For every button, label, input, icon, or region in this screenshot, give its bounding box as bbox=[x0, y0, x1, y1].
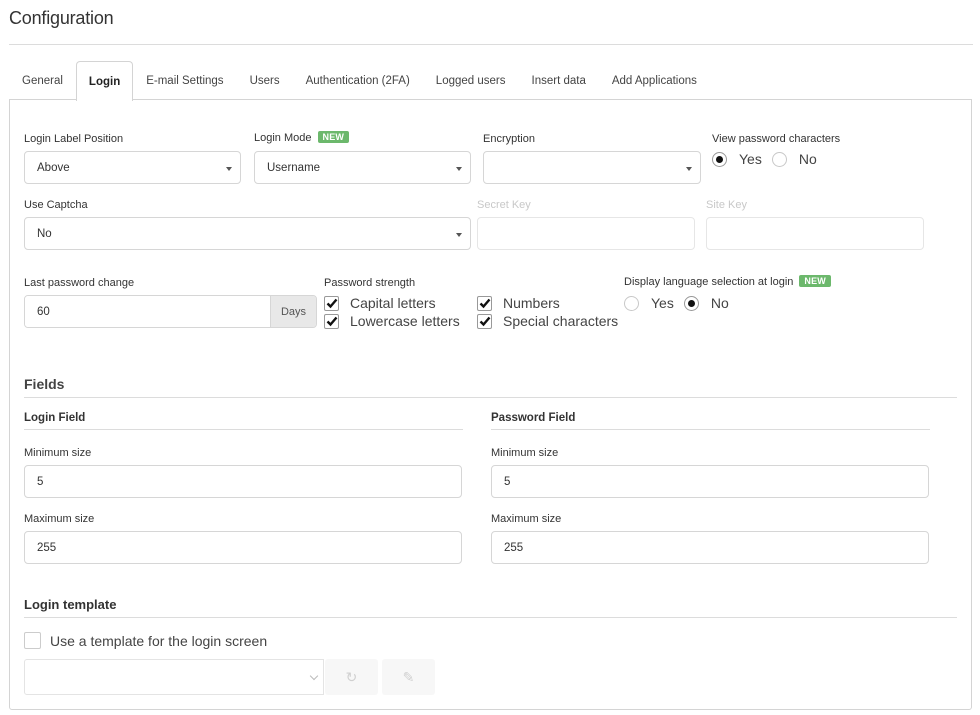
login-max-size-label: Maximum size bbox=[24, 513, 95, 525]
encryption-select[interactable] bbox=[483, 151, 701, 184]
password-min-size-value: 5 bbox=[504, 475, 511, 488]
use-captcha-value: No bbox=[37, 227, 52, 240]
secret-key-input[interactable] bbox=[477, 217, 695, 250]
checkmark-icon bbox=[479, 298, 490, 309]
language-selection-yes-radio[interactable] bbox=[624, 295, 639, 311]
numbers-checkbox[interactable] bbox=[477, 295, 492, 311]
login-label-position-select[interactable]: Above bbox=[24, 151, 241, 184]
refresh-template-button[interactable]: ↻ bbox=[325, 659, 378, 695]
login-template-title: Login template bbox=[24, 597, 117, 612]
login-mode-label-text: Login Mode bbox=[254, 132, 312, 144]
login-min-size-label: Minimum size bbox=[24, 447, 92, 459]
new-badge: NEW bbox=[799, 275, 831, 287]
pencil-icon: ✎ bbox=[402, 668, 415, 685]
lowercase-letters-label: Lowercase letters bbox=[350, 313, 460, 329]
use-captcha-label: Use Captcha bbox=[24, 199, 88, 211]
capital-letters-option: Capital letters bbox=[324, 295, 436, 311]
use-template-option: Use a template for the login screen bbox=[24, 632, 267, 649]
tab-users[interactable]: Users bbox=[237, 61, 293, 100]
login-field-title: Login Field bbox=[24, 412, 86, 424]
checkmark-icon bbox=[326, 316, 337, 327]
caret-down-icon bbox=[226, 166, 232, 171]
login-mode-value: Username bbox=[267, 161, 321, 174]
caret-down-icon bbox=[456, 232, 462, 237]
tab-logged-users[interactable]: Logged users bbox=[423, 61, 519, 100]
view-password-yes-label: Yes bbox=[739, 151, 762, 167]
language-selection-no-radio[interactable] bbox=[683, 295, 699, 311]
view-password-yes-radio[interactable] bbox=[712, 151, 727, 167]
encryption-label: Encryption bbox=[483, 133, 535, 145]
tab-authentication-2fa[interactable]: Authentication (2FA) bbox=[293, 61, 423, 100]
tab-bar: General Login E-mail Settings Users Auth… bbox=[9, 61, 710, 101]
password-strength-label: Password strength bbox=[324, 277, 416, 289]
password-min-size-input[interactable]: 5 bbox=[491, 465, 929, 498]
login-min-size-input[interactable]: 5 bbox=[24, 465, 462, 498]
last-password-change-input[interactable]: 60 bbox=[25, 296, 270, 327]
use-template-label: Use a template for the login screen bbox=[50, 632, 268, 649]
tab-email-settings[interactable]: E-mail Settings bbox=[133, 61, 236, 100]
new-badge: NEW bbox=[317, 131, 350, 143]
fields-section-title: Fields bbox=[24, 376, 65, 392]
login-max-size-value: 255 bbox=[37, 541, 57, 554]
last-password-change-group: 60 Days bbox=[24, 295, 317, 328]
last-password-change-label: Last password change bbox=[24, 277, 135, 289]
lowercase-letters-checkbox[interactable] bbox=[324, 313, 339, 329]
tab-login[interactable]: Login bbox=[75, 61, 134, 101]
configuration-page: Configuration General Login E-mail Setti… bbox=[0, 0, 980, 715]
language-selection-label-text: Display language selection at login bbox=[624, 276, 794, 288]
password-max-size-input[interactable]: 255 bbox=[491, 531, 929, 564]
language-selection-label: Display language selection at login NEW bbox=[624, 275, 831, 288]
capital-letters-label: Capital letters bbox=[350, 295, 436, 311]
login-label-position-value: Above bbox=[37, 161, 70, 174]
page-title: Configuration bbox=[9, 8, 114, 28]
login-mode-label: Login Mode NEW bbox=[254, 131, 350, 144]
fields-divider bbox=[24, 397, 957, 398]
view-password-no-label: No bbox=[798, 151, 817, 167]
language-selection-no-label: No bbox=[710, 295, 729, 311]
login-field-divider bbox=[24, 429, 463, 430]
site-key-input[interactable] bbox=[706, 217, 924, 250]
use-captcha-select[interactable]: No bbox=[24, 217, 471, 250]
login-mode-select[interactable]: Username bbox=[254, 151, 471, 184]
caret-down-icon bbox=[686, 166, 692, 171]
caret-down-icon bbox=[456, 166, 462, 171]
chevron-down-icon bbox=[309, 671, 319, 681]
password-max-size-value: 255 bbox=[504, 541, 524, 554]
edit-template-button[interactable]: ✎ bbox=[382, 659, 435, 695]
tab-insert-data[interactable]: Insert data bbox=[519, 61, 599, 100]
site-key-label: Site Key bbox=[706, 199, 747, 211]
checkmark-icon bbox=[479, 316, 490, 327]
password-field-divider bbox=[491, 429, 930, 430]
numbers-label: Numbers bbox=[503, 295, 560, 311]
title-divider bbox=[9, 44, 973, 45]
language-selection-radio-group: Yes No bbox=[624, 295, 739, 311]
template-select[interactable] bbox=[24, 659, 324, 695]
special-characters-checkbox[interactable] bbox=[477, 313, 492, 329]
tab-add-applications[interactable]: Add Applications bbox=[599, 61, 710, 100]
language-selection-yes-label: Yes bbox=[651, 295, 674, 311]
special-characters-label: Special characters bbox=[503, 313, 619, 329]
capital-letters-checkbox[interactable] bbox=[324, 295, 339, 311]
secret-key-label: Secret Key bbox=[477, 199, 531, 211]
lowercase-letters-option: Lowercase letters bbox=[324, 313, 460, 329]
login-label-position-label: Login Label Position bbox=[24, 133, 124, 145]
password-max-size-label: Maximum size bbox=[491, 513, 562, 525]
special-characters-option: Special characters bbox=[477, 313, 618, 329]
tab-general[interactable]: General bbox=[9, 61, 76, 100]
login-settings-panel: Login Label Position Above Login Mode NEW… bbox=[9, 99, 972, 710]
login-max-size-input[interactable]: 255 bbox=[24, 531, 462, 564]
login-template-divider bbox=[24, 617, 957, 618]
use-template-checkbox[interactable] bbox=[24, 632, 41, 649]
days-addon: Days bbox=[270, 296, 316, 327]
password-field-title: Password Field bbox=[491, 412, 576, 424]
view-password-radio-group: Yes No bbox=[712, 151, 827, 167]
password-min-size-label: Minimum size bbox=[491, 447, 559, 459]
login-min-size-value: 5 bbox=[37, 475, 44, 488]
view-password-label: View password characters bbox=[712, 133, 841, 145]
view-password-no-radio[interactable] bbox=[771, 151, 787, 167]
numbers-option: Numbers bbox=[477, 295, 560, 311]
checkmark-icon bbox=[326, 298, 337, 309]
refresh-icon: ↻ bbox=[345, 668, 358, 685]
